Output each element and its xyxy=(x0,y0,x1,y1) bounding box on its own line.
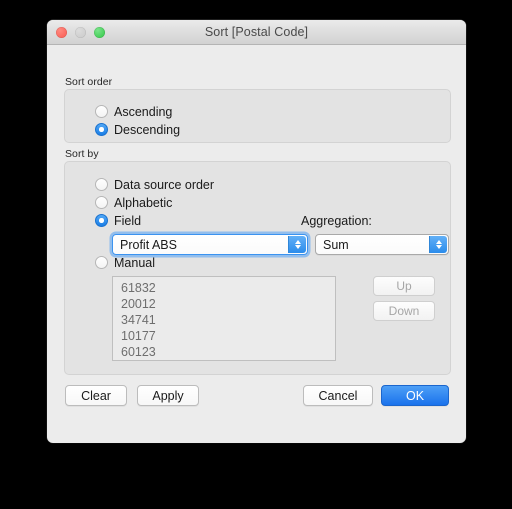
radio-descending-label: Descending xyxy=(114,122,181,137)
list-item[interactable]: 61832 xyxy=(113,280,335,296)
radio-field-icon xyxy=(95,214,108,227)
radio-alphabetic-icon xyxy=(95,196,108,209)
aggregation-dropdown[interactable]: Sum xyxy=(315,234,449,255)
radio-field[interactable]: Field xyxy=(95,212,141,229)
aggregation-dropdown-value: Sum xyxy=(323,237,349,252)
radio-alphabetic[interactable]: Alphabetic xyxy=(95,194,172,211)
radio-data-source-order[interactable]: Data source order xyxy=(95,176,214,193)
zoom-button-icon[interactable] xyxy=(94,26,105,38)
sort-dialog-window: Sort [Postal Code] Sort order Ascending … xyxy=(47,20,466,443)
radio-ascending-label: Ascending xyxy=(114,104,173,119)
list-item[interactable]: 10177 xyxy=(113,328,335,344)
radio-descending[interactable]: Descending xyxy=(95,121,180,138)
dialog-content: Sort order Ascending Descending Sort by … xyxy=(47,45,466,443)
field-dropdown[interactable]: Profit ABS xyxy=(112,234,308,255)
manual-order-list-inner: 61832 20012 34741 10177 60123 97206 8536… xyxy=(113,277,335,361)
radio-manual-icon xyxy=(95,256,108,269)
minimize-button-icon[interactable] xyxy=(75,26,86,38)
radio-ascending-icon xyxy=(95,105,108,118)
apply-button[interactable]: Apply xyxy=(137,385,199,406)
manual-order-list[interactable]: 61832 20012 34741 10177 60123 97206 8536… xyxy=(112,276,336,361)
cancel-button[interactable]: Cancel xyxy=(303,385,373,406)
move-down-button[interactable]: Down xyxy=(373,301,435,321)
sort-order-group-label: Sort order xyxy=(65,76,113,88)
window-title: Sort [Postal Code] xyxy=(204,25,309,39)
list-item[interactable]: 60123 xyxy=(113,344,335,360)
chevron-up-icon xyxy=(435,240,442,244)
close-button-icon[interactable] xyxy=(56,26,67,38)
move-up-button[interactable]: Up xyxy=(373,276,435,296)
traffic-light-group xyxy=(56,20,105,44)
aggregation-dropdown-stepper-icon[interactable] xyxy=(429,236,447,253)
field-dropdown-value: Profit ABS xyxy=(120,237,177,252)
sort-by-group-label: Sort by xyxy=(65,148,99,160)
field-dropdown-stepper-icon[interactable] xyxy=(288,236,306,253)
chevron-up-icon xyxy=(294,240,301,244)
radio-data-source-order-icon xyxy=(95,178,108,191)
ok-button[interactable]: OK xyxy=(381,385,449,406)
radio-alphabetic-label: Alphabetic xyxy=(114,195,173,210)
radio-field-label: Field xyxy=(114,213,142,228)
titlebar: Sort [Postal Code] xyxy=(47,20,466,45)
radio-ascending[interactable]: Ascending xyxy=(95,103,172,120)
radio-manual[interactable]: Manual xyxy=(95,254,155,271)
list-item[interactable]: 97206 xyxy=(113,360,335,361)
chevron-down-icon xyxy=(435,245,442,249)
sort-by-groupbox: Data source order Alphabetic Field Aggre… xyxy=(64,161,451,375)
sort-order-groupbox: Ascending Descending xyxy=(64,89,451,143)
radio-data-source-order-label: Data source order xyxy=(114,177,215,192)
radio-descending-icon xyxy=(95,123,108,136)
aggregation-label: Aggregation: xyxy=(301,214,372,228)
radio-manual-label: Manual xyxy=(114,255,155,270)
chevron-down-icon xyxy=(294,245,301,249)
list-item[interactable]: 34741 xyxy=(113,312,335,328)
clear-button[interactable]: Clear xyxy=(65,385,127,406)
list-item[interactable]: 20012 xyxy=(113,296,335,312)
